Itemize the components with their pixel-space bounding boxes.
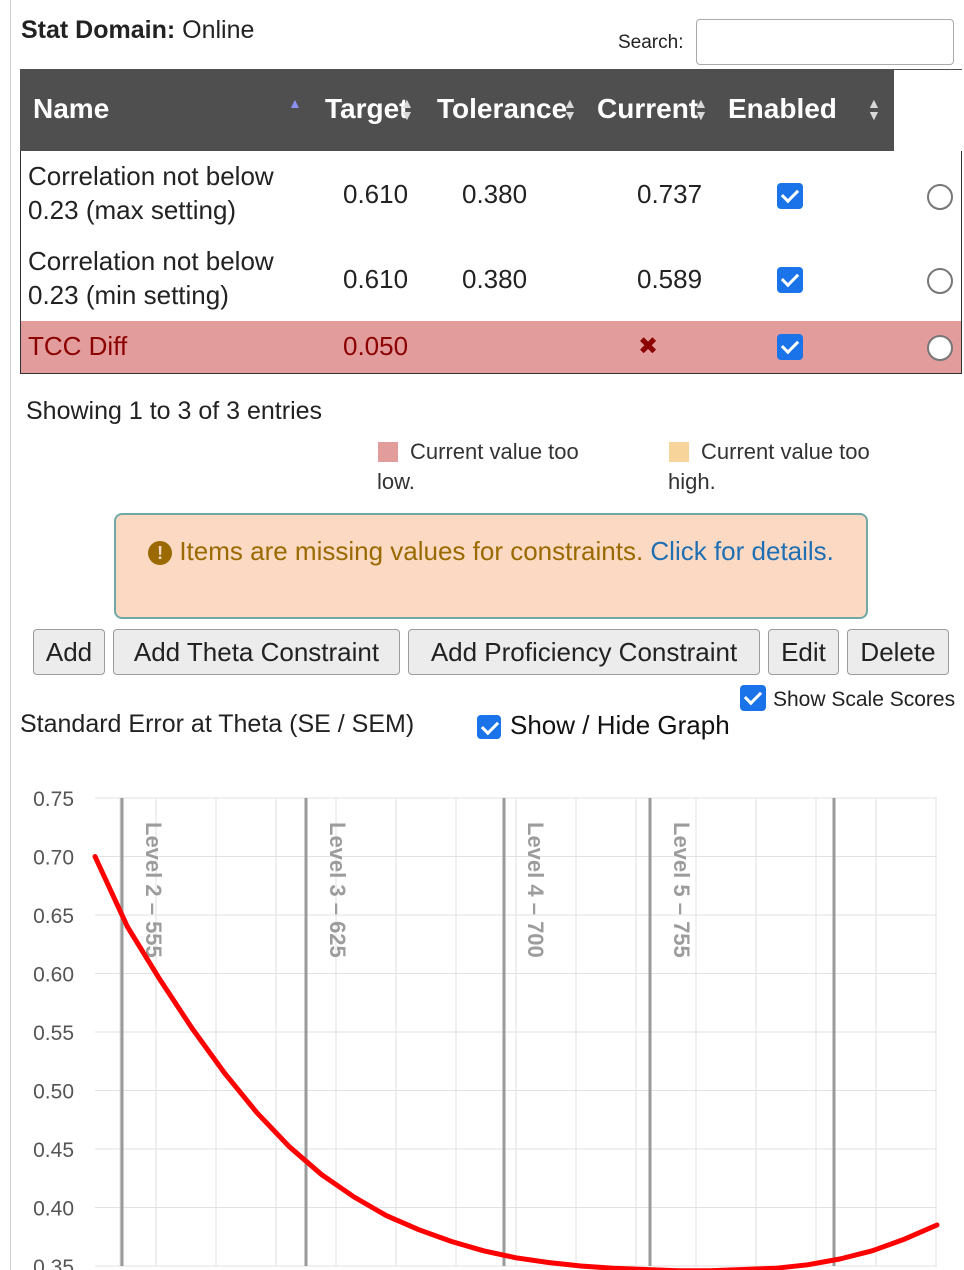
sort-icon[interactable]: ▲ ▼: [694, 96, 708, 122]
row-target: 0.610: [343, 264, 409, 294]
stat-domain: Stat Domain: Online: [21, 16, 254, 45]
legend-label-low: Current value too low.: [377, 439, 579, 494]
y-tick-label: 0.65: [33, 905, 74, 928]
search-input[interactable]: [696, 19, 954, 65]
y-tick-label: 0.60: [33, 964, 74, 987]
table-row[interactable]: Correlation not below 0.23 (min setting)…: [21, 236, 961, 321]
show-scale-scores-checkbox[interactable]: [740, 685, 766, 711]
y-tick-label: 0.45: [33, 1139, 74, 1162]
row-name: TCC Diff: [28, 331, 128, 361]
delete-button[interactable]: Delete: [847, 629, 949, 675]
level-label: Level 3 – 625: [325, 822, 350, 958]
sort-icon[interactable]: ▲ ▼: [867, 96, 881, 122]
sort-icon[interactable]: ▲ ▼: [563, 96, 577, 122]
graph-title: Standard Error at Theta (SE / SEM): [20, 710, 415, 738]
sort-asc-icon[interactable]: ▲: [288, 96, 302, 110]
column-header-enabled[interactable]: Enabled: [728, 93, 837, 125]
missing-values-alert: ! Items are missing values for constrain…: [114, 513, 868, 619]
y-tick-label: 0.35: [33, 1256, 74, 1270]
show-hide-graph-label: Show / Hide Graph: [510, 710, 730, 740]
row-tolerance: 0.380: [462, 264, 528, 294]
search-label: Search:: [618, 32, 684, 53]
row-target: 0.050: [343, 331, 409, 361]
se-chart: 0.75 0.70 0.65 0.60 0.55 0.50 0.45 0.40 0.35 Leve…: [33, 788, 940, 1270]
stat-domain-label: Stat Domain:: [21, 16, 176, 44]
y-tick-label: 0.50: [33, 1081, 74, 1104]
stat-domain-value: Online: [182, 16, 255, 44]
row-select-radio[interactable]: [927, 184, 953, 210]
missing-value-x-icon: ✖: [638, 333, 659, 360]
show-scale-scores-label: Show Scale Scores: [773, 688, 956, 711]
level-label: Level 2 – 555: [141, 822, 166, 958]
column-header-tolerance[interactable]: Tolerance: [437, 93, 567, 125]
alert-details-link[interactable]: Click for details.: [650, 536, 834, 566]
alert-message: Items are missing values for constraints…: [179, 536, 644, 566]
column-header-current[interactable]: Current: [597, 93, 698, 125]
sort-icon[interactable]: ▲ ▼: [400, 96, 414, 122]
row-name: Correlation not below 0.23 (min setting): [28, 246, 274, 310]
table-header-tail: [894, 69, 962, 151]
y-tick-label: 0.40: [33, 1198, 74, 1221]
table-info: Showing 1 to 3 of 3 entries: [26, 397, 323, 425]
exclamation-circle-icon: !: [148, 541, 173, 565]
level-label: Level 5 – 755: [669, 822, 694, 958]
level-label: Level 4 – 700: [523, 822, 548, 958]
show-hide-graph-checkbox[interactable]: [477, 715, 501, 739]
row-name: Correlation not below 0.23 (max setting): [28, 161, 274, 225]
table-row-warning[interactable]: TCC Diff 0.050 ✖: [21, 321, 961, 373]
constraints-table-body: Correlation not below 0.23 (max setting)…: [20, 151, 962, 374]
row-target: 0.610: [343, 179, 409, 209]
column-header-target[interactable]: Target: [325, 93, 409, 125]
y-tick-label: 0.75: [33, 788, 74, 811]
edit-button[interactable]: Edit: [768, 629, 839, 675]
legend-label-high: Current value too high.: [668, 439, 870, 494]
row-tolerance: 0.380: [462, 179, 528, 209]
y-tick-label: 0.70: [33, 847, 74, 870]
add-theta-constraint-button[interactable]: Add Theta Constraint: [113, 629, 400, 675]
y-tick-label: 0.55: [33, 1022, 74, 1045]
table-row[interactable]: Correlation not below 0.23 (max setting)…: [21, 151, 961, 236]
row-current: 0.589: [637, 264, 703, 294]
add-proficiency-constraint-button[interactable]: Add Proficiency Constraint: [408, 629, 760, 675]
row-current: 0.737: [637, 179, 703, 209]
enabled-checkbox[interactable]: [777, 334, 803, 360]
column-header-name[interactable]: Name: [33, 93, 109, 125]
enabled-checkbox[interactable]: [777, 267, 803, 293]
enabled-checkbox[interactable]: [777, 183, 803, 209]
row-select-radio[interactable]: [927, 268, 953, 294]
row-select-radio[interactable]: [927, 335, 953, 361]
add-button[interactable]: Add: [33, 629, 105, 675]
